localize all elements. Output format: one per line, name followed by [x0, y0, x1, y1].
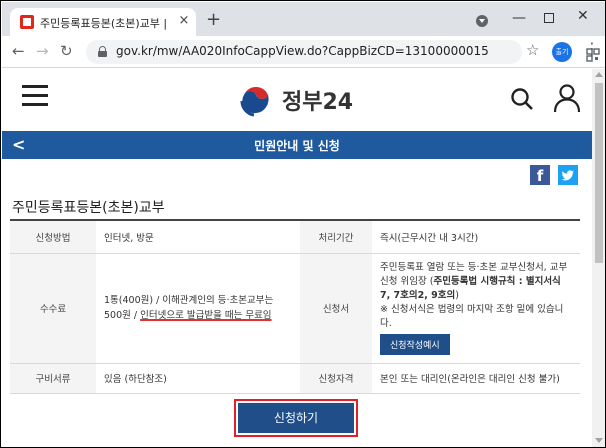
reload-icon[interactable]: ↻	[60, 42, 73, 60]
gov24-logo[interactable]: 정부24	[238, 79, 358, 119]
period-label: 처리기간	[300, 221, 372, 254]
browser-tab-active[interactable]: 주민등록표등본(초본)교부 | 민원 ×	[10, 8, 196, 36]
logo-text: 정부24	[282, 90, 354, 115]
fee-label: 수수료	[10, 253, 96, 364]
forward-arrow-icon[interactable]: →	[36, 42, 49, 60]
scroll-up-arrow-icon[interactable]	[595, 72, 603, 77]
form-example-button[interactable]: 신청작성예시	[380, 334, 450, 355]
minimize-button[interactable]: —	[512, 10, 526, 26]
twitter-share-icon[interactable]	[558, 165, 578, 185]
taegeuk-logo-icon	[240, 87, 269, 117]
gov24-favicon-icon	[20, 15, 34, 29]
profile-avatar[interactable]: 출기	[552, 42, 572, 62]
tab-strip: 주민등록표등본(초본)교부 | 민원 × + — ✕	[2, 2, 605, 36]
browser-toolbar: ← → ↻ gov.kr/mw/AA020InfoCappView.do?Cap…	[2, 36, 605, 68]
eligibility-label: 신청자격	[300, 363, 372, 394]
page-viewport: 정부24 < 민원안내 및 신청 f 주민등록표등본(초본)교부 신청방법 인터…	[2, 69, 592, 447]
period-value: 즉시(근무시간 내 3시간)	[372, 221, 580, 254]
table-row: 신청방법 인터넷, 방문 처리기간 즉시(근무시간 내 3시간)	[10, 221, 580, 254]
method-value: 인터넷, 방문	[96, 221, 300, 254]
table-row: 수수료 1통(400원) / 이해관계인의 등·초본교부는 500원 / 인터넷…	[10, 253, 580, 364]
scroll-down-arrow-icon[interactable]	[595, 438, 603, 443]
site-header: 정부24	[2, 69, 592, 129]
documents-label: 구비서류	[10, 363, 96, 394]
user-login-icon[interactable]	[552, 83, 582, 113]
hamburger-menu-icon[interactable]	[22, 85, 48, 107]
search-icon[interactable]	[510, 87, 534, 111]
browser-window: 주민등록표등본(초본)교부 | 민원 × + — ✕ ← → ↻ gov.kr/…	[0, 0, 606, 448]
back-arrow-icon[interactable]: ←	[12, 42, 25, 60]
form-text-b: )	[455, 290, 459, 301]
documents-value: 있음 (하단참조)	[96, 363, 300, 394]
scrollbar-thumb[interactable]	[595, 83, 603, 263]
form-note: ※ 신청서식은 법령의 마지막 조항 밑에 있습니다.	[380, 304, 564, 329]
address-bar[interactable]: gov.kr/mw/AA020InfoCappView.do?CappBizCD…	[86, 40, 600, 64]
maximize-button[interactable]	[544, 13, 554, 23]
fee-value: 1통(400원) / 이해관계인의 등·초본교부는 500원 / 인터넷으로 발…	[96, 253, 300, 364]
apply-button-highlight: 신청하기	[234, 399, 358, 437]
apply-button[interactable]: 신청하기	[238, 403, 354, 433]
table-row: 구비서류 있음 (하단참조) 신청자격 본인 또는 대리인(온라인은 대리인 신…	[10, 363, 580, 394]
section-title: 민원안내 및 신청	[254, 139, 340, 153]
url-text[interactable]: gov.kr/mw/AA020InfoCappView.do?CappBizCD…	[116, 44, 489, 58]
lock-icon[interactable]	[98, 46, 107, 57]
tab-close-icon[interactable]: ×	[176, 13, 192, 28]
page-title: 주민등록표등본(초본)교부	[12, 200, 165, 216]
section-title-bar: < 민원안내 및 신청	[2, 131, 592, 159]
facebook-share-icon[interactable]: f	[530, 165, 550, 185]
window-close-button[interactable]: ✕	[577, 8, 589, 24]
service-info-table: 신청방법 인터넷, 방문 처리기간 즉시(근무시간 내 3시간) 수수료 1통(…	[10, 221, 580, 394]
bookmark-star-icon[interactable]: ☆	[526, 41, 539, 59]
new-tab-button[interactable]: +	[206, 11, 221, 29]
eligibility-value: 본인 또는 대리인(온라인은 대리인 신청 불가)	[372, 363, 580, 394]
more-menu-icon[interactable]: ⋮	[584, 41, 600, 57]
form-description: 주민등록표 열람 또는 등·초본 교부신청서, 교부신청 위임장 (주민등록법 …	[380, 261, 574, 303]
vertical-scrollbar[interactable]	[592, 69, 605, 447]
tab-title: 주민등록표등본(초본)교부 | 민원	[40, 17, 170, 30]
form-label: 신청서	[300, 253, 372, 364]
tab-search-icon[interactable]	[476, 15, 488, 27]
method-label: 신청방법	[10, 221, 96, 254]
free-online-note: 인터넷으로 발급받을 때는 무료임	[140, 310, 272, 321]
form-value: 주민등록표 열람 또는 등·초본 교부신청서, 교부신청 위임장 (주민등록법 …	[372, 253, 580, 364]
